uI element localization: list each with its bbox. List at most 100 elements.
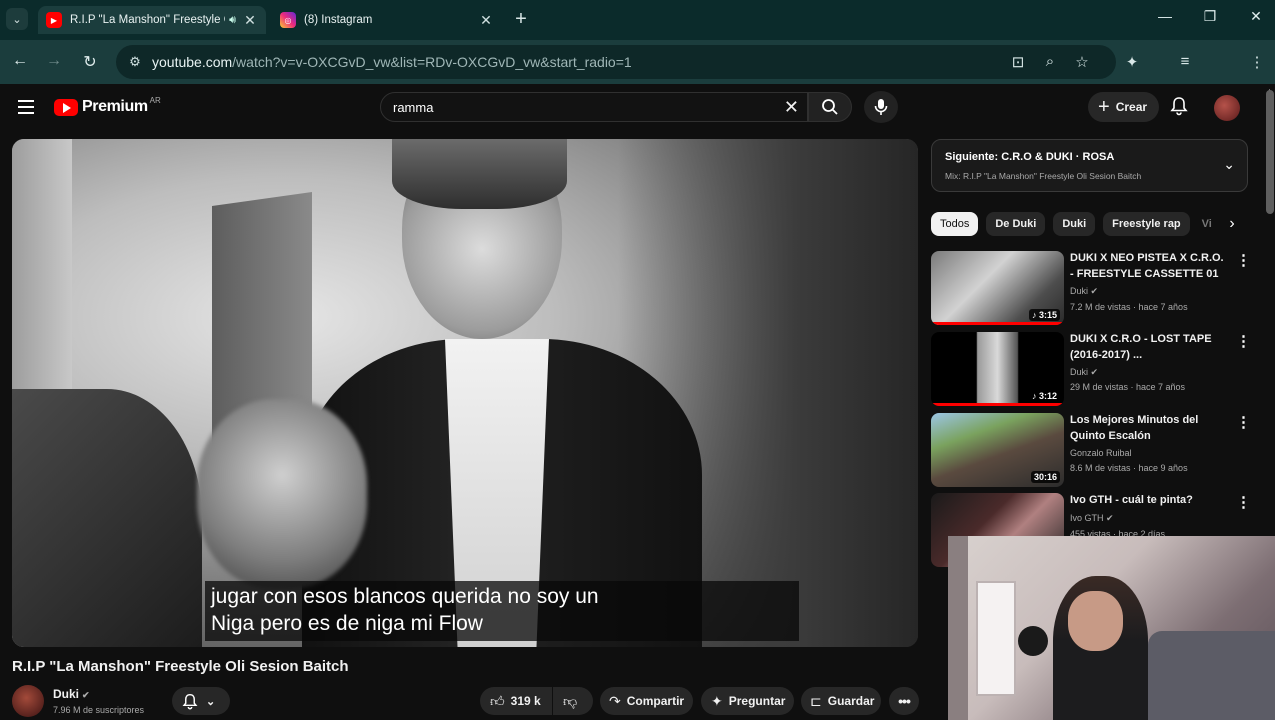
chip-duki[interactable]: Duki xyxy=(1053,212,1096,236)
list-item[interactable]: ♪ 3:15 DUKI X NEO PISTEA X C.R.O. - FREE… xyxy=(931,251,1251,327)
like-button[interactable]: 👍︎ 319 k xyxy=(480,687,552,715)
channel-avatar[interactable] xyxy=(12,685,44,717)
more-vertical-icon[interactable]: ⋮ xyxy=(1236,413,1251,431)
subscription-bell-button[interactable]: ⌄ xyxy=(172,687,230,715)
video-title: R.I.P "La Manshon" Freestyle Oli Sesion … xyxy=(12,658,349,675)
extensions-icon[interactable]: ✦ xyxy=(1122,53,1142,71)
reload-button[interactable]: ↻ xyxy=(80,52,100,72)
video-duration: ♪ 3:15 xyxy=(1028,309,1060,321)
more-vertical-icon[interactable]: ⋮ xyxy=(1236,493,1251,511)
search-input[interactable]: ramma ✕ xyxy=(380,92,808,122)
browser-menu-icon[interactable]: ⋮ xyxy=(1247,53,1267,71)
notifications-button[interactable] xyxy=(1170,96,1188,121)
back-button[interactable]: ← xyxy=(10,52,30,70)
chip-partial[interactable]: Vi xyxy=(1198,212,1216,236)
close-window-button[interactable]: ✕ xyxy=(1241,8,1271,25)
webcam-microphone xyxy=(1018,626,1048,656)
share-icon: ↷ xyxy=(609,692,621,709)
dislike-button[interactable]: 👎︎ xyxy=(553,687,593,715)
channel-name[interactable]: Gonzalo Ruibal xyxy=(1070,448,1132,458)
bookmark-icon: ⊏ xyxy=(810,692,822,709)
search-value: ramma xyxy=(393,99,434,115)
verified-icon: ✔ xyxy=(1106,513,1114,523)
video-title[interactable]: Ivo GTH - cuál te pinta? xyxy=(1070,493,1230,509)
ask-button[interactable]: ✦ Preguntar xyxy=(701,687,794,715)
install-app-icon[interactable]: ⊡ xyxy=(1008,53,1028,71)
zoom-icon[interactable]: ⌕ xyxy=(1040,53,1060,70)
video-thumbnail[interactable]: ♪ 3:12 xyxy=(931,332,1064,406)
chip-todos[interactable]: Todos xyxy=(931,212,979,236)
bell-icon xyxy=(1170,97,1188,116)
mix-label: Mix: R.I.P "La Manshon" Freestyle Oli Se… xyxy=(945,171,1142,181)
channel-name[interactable]: Duki ✔ xyxy=(53,687,90,701)
forward-button[interactable]: → xyxy=(44,52,64,70)
page-scrollbar[interactable] xyxy=(1266,90,1274,214)
chip-freestyle-rap[interactable]: Freestyle rap xyxy=(1103,212,1190,236)
video-frame-hand xyxy=(197,399,367,589)
video-duration: 30:16 xyxy=(1030,471,1060,483)
channel-name[interactable]: Ivo GTH ✔ xyxy=(1070,513,1114,524)
webcam-wall xyxy=(948,536,968,720)
more-vertical-icon[interactable]: ⋮ xyxy=(1236,332,1251,350)
video-thumbnail[interactable]: 30:16 xyxy=(931,413,1064,487)
new-tab-button[interactable]: + xyxy=(510,8,532,30)
tab-instagram[interactable]: ◎ (8) Instagram ✕ xyxy=(272,6,502,34)
logo-word: Premium xyxy=(82,98,148,115)
clear-search-icon[interactable]: ✕ xyxy=(784,97,799,118)
chevron-right-icon[interactable]: › xyxy=(1222,214,1242,234)
video-duration: ♪ 3:12 xyxy=(1028,390,1060,402)
sparkle-icon: ✦ xyxy=(711,692,723,709)
webcam-overlay xyxy=(948,536,1275,720)
like-count: 319 k xyxy=(510,694,541,708)
more-vertical-icon[interactable]: ⋮ xyxy=(1236,251,1251,269)
speaker-icon[interactable]: 🔊︎ xyxy=(229,14,236,27)
tab-search-menu-button[interactable]: ⌄ xyxy=(6,8,28,30)
save-button[interactable]: ⊏ Guardar xyxy=(801,687,881,715)
logo-region: AR xyxy=(149,95,161,105)
media-control-icon[interactable]: ≡ xyxy=(1175,53,1195,70)
account-avatar[interactable] xyxy=(1214,95,1240,121)
channel-name[interactable]: Duki ✔ xyxy=(1070,286,1098,297)
subscriber-count: 7.96 M de suscriptores xyxy=(53,705,145,715)
youtube-header: Premium AR ramma ✕ + Crear xyxy=(0,84,1275,132)
site-info-icon[interactable]: ⚙ xyxy=(120,54,150,70)
list-item[interactable]: ♪ 3:12 DUKI X C.R.O - LOST TAPE (2016-20… xyxy=(931,332,1251,408)
verified-icon: ✔ xyxy=(82,690,90,700)
search-button[interactable] xyxy=(808,92,852,122)
search-icon xyxy=(822,99,838,115)
create-button[interactable]: + Crear xyxy=(1088,92,1160,122)
plus-icon: + xyxy=(1098,96,1110,118)
close-tab-icon[interactable]: ✕ xyxy=(478,12,494,29)
tab-youtube[interactable]: ▶ R.I.P "La Manshon" Freestyle O 🔊︎ ✕ xyxy=(38,6,266,34)
video-meta: 29 M de vistas · hace 7 años xyxy=(1070,382,1186,392)
video-thumbnail[interactable]: ♪ 3:15 xyxy=(931,251,1064,325)
video-title[interactable]: DUKI X C.R.O - LOST TAPE (2016-2017) ... xyxy=(1070,332,1230,363)
filter-chips: Todos De Duki Duki Freestyle rap Vi xyxy=(931,212,1241,238)
minimize-window-button[interactable]: — xyxy=(1150,8,1180,24)
channel-name[interactable]: Duki ✔ xyxy=(1070,367,1098,378)
close-tab-icon[interactable]: ✕ xyxy=(242,12,258,29)
bookmark-star-icon[interactable]: ☆ xyxy=(1072,53,1092,71)
restore-window-button[interactable]: ❐ xyxy=(1195,8,1225,25)
bell-icon xyxy=(182,693,198,709)
video-title[interactable]: DUKI X NEO PISTEA X C.R.O. - FREESTYLE C… xyxy=(1070,251,1230,282)
video-frame-arm xyxy=(12,389,202,647)
menu-icon[interactable] xyxy=(18,100,34,118)
more-actions-button[interactable]: ••• xyxy=(889,687,919,715)
tab-title: (8) Instagram xyxy=(304,14,373,26)
voice-search-button[interactable] xyxy=(864,91,898,123)
video-player[interactable]: jugar con esos blancos querida no soy un… xyxy=(12,139,918,647)
youtube-play-logo-icon xyxy=(54,98,78,116)
share-button[interactable]: ↷ Compartir xyxy=(600,687,693,715)
chip-de-duki[interactable]: De Duki xyxy=(986,212,1046,236)
up-next-label: Siguiente: C.R.O & DUKI · ROSA xyxy=(945,151,1115,163)
youtube-premium-logo[interactable]: Premium AR xyxy=(54,95,161,116)
chevron-down-icon[interactable]: ⌄ xyxy=(1223,156,1235,173)
video-title[interactable]: Los Mejores Minutos del Quinto Escalón xyxy=(1070,413,1230,444)
playlist-panel[interactable]: Siguiente: C.R.O & DUKI · ROSA Mix: R.I.… xyxy=(931,139,1248,192)
browser-toolbar: ← → ↻ ⚙ youtube.com/watch?v=v-OXCGvD_vw&… xyxy=(0,40,1275,112)
list-item[interactable]: 30:16 Los Mejores Minutos del Quinto Esc… xyxy=(931,413,1251,489)
address-bar[interactable]: ⚙ youtube.com/watch?v=v-OXCGvD_vw&list=R… xyxy=(116,45,1116,79)
thumbs-down-icon: 👎︎ xyxy=(563,692,578,709)
url-text[interactable]: youtube.com/watch?v=v-OXCGvD_vw&list=RDv… xyxy=(152,54,632,70)
